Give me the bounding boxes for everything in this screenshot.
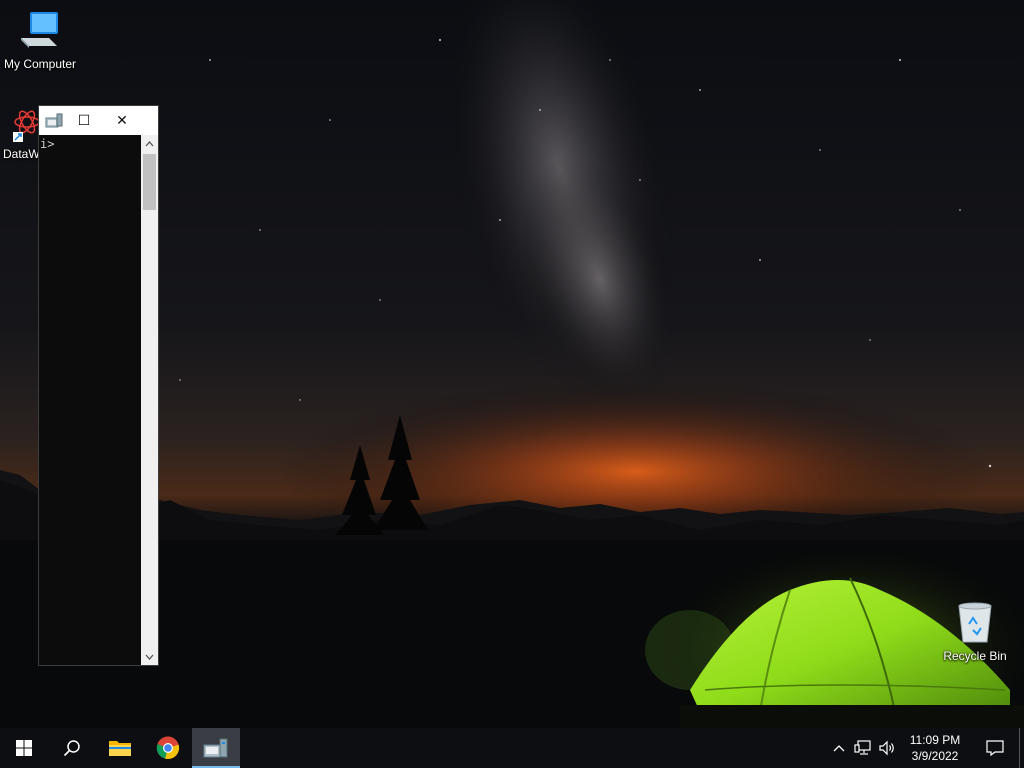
search-icon [63, 740, 80, 757]
clock-time: 11:09 PM [909, 733, 961, 747]
folder-icon [109, 741, 131, 756]
console-prompt: i> [40, 137, 55, 151]
taskbar-app-chrome[interactable] [144, 728, 192, 768]
desktop-icon-label: My Computer [3, 57, 77, 71]
close-button[interactable]: ✕ [99, 106, 145, 135]
scrollbar-thumb[interactable] [143, 154, 156, 210]
console-output[interactable]: i> [39, 135, 142, 665]
taskbar: 11:09 PM 3/9/2022 [0, 728, 1024, 768]
volume-button[interactable] [875, 728, 899, 768]
scroll-up-arrow-icon[interactable] [141, 135, 158, 152]
scroll-down-arrow-icon[interactable] [141, 648, 158, 665]
show-desktop-button[interactable] [1019, 728, 1024, 768]
taskbar-clock[interactable]: 11:09 PM 3/9/2022 [899, 732, 971, 764]
desktop-icon-label: Recycle Bin [943, 649, 1007, 663]
chrome-icon [156, 736, 180, 760]
taskbar-app-console[interactable] [192, 728, 240, 768]
start-button[interactable] [0, 728, 48, 768]
taskbar-app-file-explorer[interactable] [96, 728, 144, 768]
network-button[interactable] [851, 728, 875, 768]
clock-date: 3/9/2022 [911, 749, 959, 763]
recycle-bin-icon [935, 600, 1015, 647]
desktop-icon-my-computer[interactable]: My Computer [0, 8, 80, 71]
console-scrollbar[interactable] [141, 135, 158, 665]
network-icon [854, 740, 871, 755]
windows-start-icon [16, 740, 32, 756]
maximize-icon: ☐ [77, 112, 91, 128]
desktop-icon-label: DataW [3, 147, 40, 161]
system-tray: 11:09 PM 3/9/2022 [827, 728, 1024, 768]
console-app-icon[interactable] [39, 106, 69, 135]
close-icon: ✕ [116, 112, 128, 128]
computer-icon [0, 8, 80, 55]
console-app-icon [203, 738, 228, 758]
console-titlebar[interactable]: ☐ ✕ [39, 106, 158, 135]
desktop-icon-recycle-bin[interactable]: Recycle Bin [935, 600, 1015, 663]
speaker-icon [879, 740, 894, 756]
action-center-button[interactable] [971, 728, 1019, 768]
maximize-button[interactable]: ☐ [69, 106, 99, 135]
show-hidden-icons-button[interactable] [827, 728, 851, 768]
search-button[interactable] [48, 728, 96, 768]
console-window[interactable]: ☐ ✕ i> [38, 105, 159, 666]
chevron-up-icon [833, 745, 845, 752]
notification-icon [986, 740, 1004, 756]
